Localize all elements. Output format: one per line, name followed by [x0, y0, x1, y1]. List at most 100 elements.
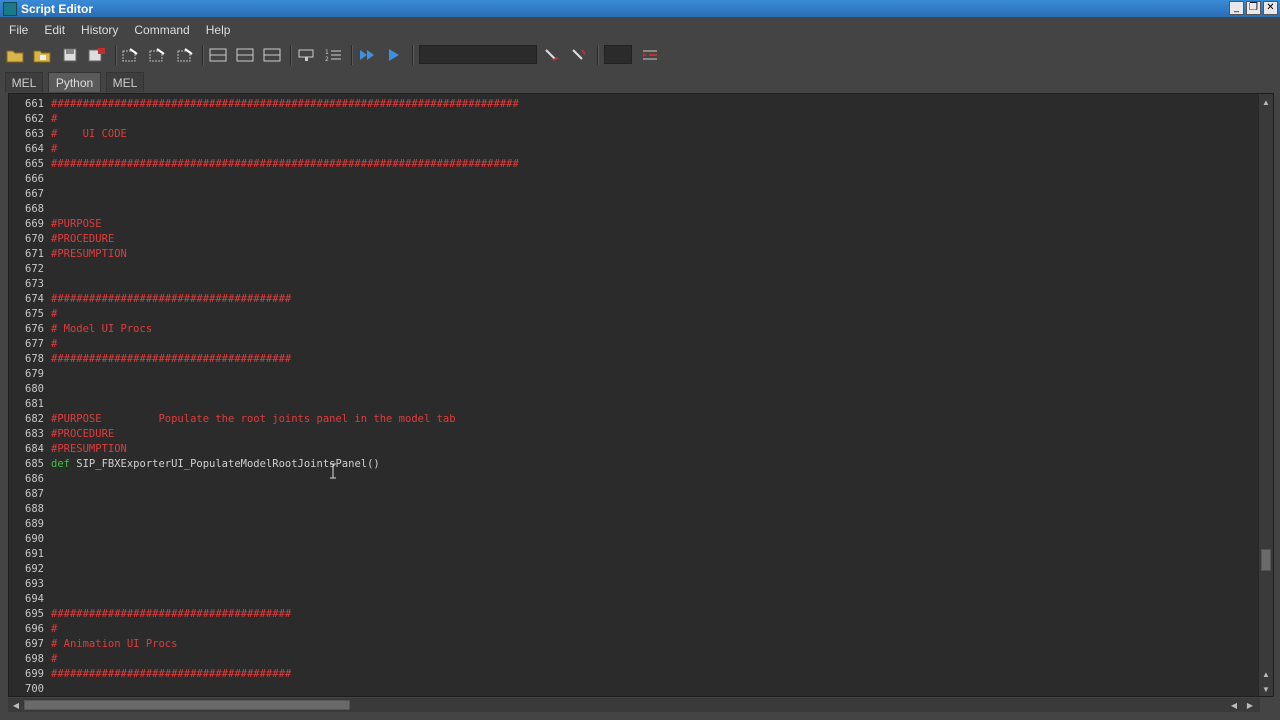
- save-shelf-icon: [88, 48, 105, 62]
- tab-python[interactable]: Python: [48, 72, 101, 92]
- echo-all-commands-button[interactable]: [120, 45, 140, 65]
- save-icon: [63, 48, 77, 62]
- line-code: #: [51, 338, 58, 350]
- menu-edit[interactable]: Edit: [35, 23, 72, 37]
- horizontal-scrollbar[interactable]: ◀ ◀ ▶: [8, 698, 1260, 712]
- line-code: # Animation UI Procs: [51, 638, 178, 650]
- echo-commands-icon: [122, 48, 138, 62]
- code-line: 685 def SIP_FBXExporterUI_PopulateModelRo…: [9, 457, 1249, 472]
- minimize-button[interactable]: _: [1229, 1, 1244, 15]
- code-editor[interactable]: 661 #####################################…: [8, 93, 1274, 697]
- vertical-scrollbar[interactable]: ▲ ▲ ▼: [1258, 94, 1273, 696]
- open-script-button[interactable]: [5, 45, 25, 65]
- search-up-icon: [572, 49, 586, 60]
- code-line: 696 #: [9, 622, 1249, 637]
- line-number: 692: [25, 563, 44, 575]
- line-code: #PURPOSE: [51, 218, 102, 230]
- line-numbers-button[interactable]: 12: [323, 45, 343, 65]
- close-button[interactable]: ✕: [1263, 1, 1278, 15]
- goto-line-button[interactable]: [640, 45, 660, 65]
- line-number: 662: [25, 113, 44, 125]
- line-number: 665: [25, 158, 44, 170]
- code-line: 679: [9, 367, 1249, 382]
- line-code: ######################################: [51, 668, 292, 680]
- search-field[interactable]: [419, 45, 537, 64]
- line-number: 678: [25, 353, 44, 365]
- show-line-numbers-button[interactable]: [147, 45, 167, 65]
- line-number: 687: [25, 488, 44, 500]
- svg-text:2: 2: [325, 56, 329, 63]
- code-line: 664 #: [9, 142, 1249, 157]
- goto-line-icon: [643, 50, 657, 60]
- line-code: ########################################…: [51, 98, 519, 110]
- scroll-up-icon[interactable]: ▲: [1260, 96, 1272, 108]
- code-line: 690: [9, 532, 1249, 547]
- show-input-only-button[interactable]: [235, 45, 255, 65]
- line-number: 667: [25, 188, 44, 200]
- code-line: 694: [9, 592, 1249, 607]
- code-line: 675 #: [9, 307, 1249, 322]
- source-script-button[interactable]: [32, 45, 52, 65]
- scroll-down-icon[interactable]: ▼: [1260, 683, 1272, 695]
- execute-button[interactable]: [384, 45, 404, 65]
- menu-bar: File Edit History Command Help: [0, 19, 1280, 41]
- line-code: #PRESUMPTION: [51, 248, 127, 260]
- line-number: 661: [25, 98, 44, 110]
- clear-history-icon: [149, 48, 165, 62]
- scroll-right-icon[interactable]: ▶: [1244, 699, 1256, 711]
- horizontal-scroll-thumb[interactable]: [24, 700, 350, 710]
- scroll-left-small-icon[interactable]: ◀: [1228, 699, 1240, 711]
- execute-icon: [389, 49, 399, 61]
- show-both-button[interactable]: [262, 45, 282, 65]
- code-line: 665 #####################################…: [9, 157, 1249, 172]
- clear-input-icon: [177, 48, 193, 62]
- code-line: 697 # Animation UI Procs: [9, 637, 1249, 652]
- line-code: # UI CODE: [51, 128, 127, 140]
- line-number: 670: [25, 233, 44, 245]
- scroll-left-icon[interactable]: ◀: [10, 699, 22, 711]
- line-number: 697: [25, 638, 44, 650]
- maximize-button[interactable]: ❐: [1246, 1, 1261, 15]
- code-line: 677 #: [9, 337, 1249, 352]
- save-to-shelf-button[interactable]: [87, 45, 107, 65]
- tab-mel-1[interactable]: MEL: [5, 72, 43, 92]
- line-number: 666: [25, 173, 44, 185]
- menu-file[interactable]: File: [0, 23, 35, 37]
- line-number: 680: [25, 383, 44, 395]
- code-line: 663 # UI CODE: [9, 127, 1249, 142]
- menu-command[interactable]: Command: [125, 23, 196, 37]
- line-code: ######################################: [51, 353, 292, 365]
- code-line: 693: [9, 577, 1249, 592]
- folder-open-icon: [6, 50, 24, 63]
- execute-all-button[interactable]: [357, 45, 377, 65]
- goto-line-field[interactable]: [604, 45, 632, 64]
- save-script-button[interactable]: [60, 45, 80, 65]
- search-down-button[interactable]: [542, 45, 562, 65]
- tab-mel-2[interactable]: MEL: [106, 72, 144, 92]
- code-line: 674 #####################################…: [9, 292, 1249, 307]
- clear-input-button[interactable]: [175, 45, 195, 65]
- menu-history[interactable]: History: [72, 23, 125, 37]
- execute-all-icon: [360, 50, 374, 60]
- code-line: 688: [9, 502, 1249, 517]
- app-icon: [3, 1, 17, 16]
- search-down-icon: [545, 49, 559, 61]
- menu-help[interactable]: Help: [197, 23, 238, 37]
- code-line: 698 #: [9, 652, 1249, 667]
- vertical-scroll-thumb[interactable]: [1261, 549, 1271, 571]
- window-title: Script Editor: [21, 1, 94, 16]
- line-number: 664: [25, 143, 44, 155]
- line-code: #: [51, 143, 58, 155]
- code-line: 670 #PROCEDURE: [9, 232, 1249, 247]
- code-line: 681: [9, 397, 1249, 412]
- history-panel-icon: [209, 48, 227, 62]
- line-number: 676: [25, 323, 44, 335]
- search-up-button[interactable]: [569, 45, 589, 65]
- line-code: #PURPOSE Populate the root joints panel …: [51, 413, 456, 425]
- show-history-only-button[interactable]: [208, 45, 228, 65]
- line-number: 696: [25, 623, 44, 635]
- line-number: 685: [25, 458, 44, 470]
- show-tooltip-button[interactable]: [296, 45, 316, 65]
- line-number: 672: [25, 263, 44, 275]
- scroll-down-small-icon[interactable]: ▲: [1260, 668, 1272, 680]
